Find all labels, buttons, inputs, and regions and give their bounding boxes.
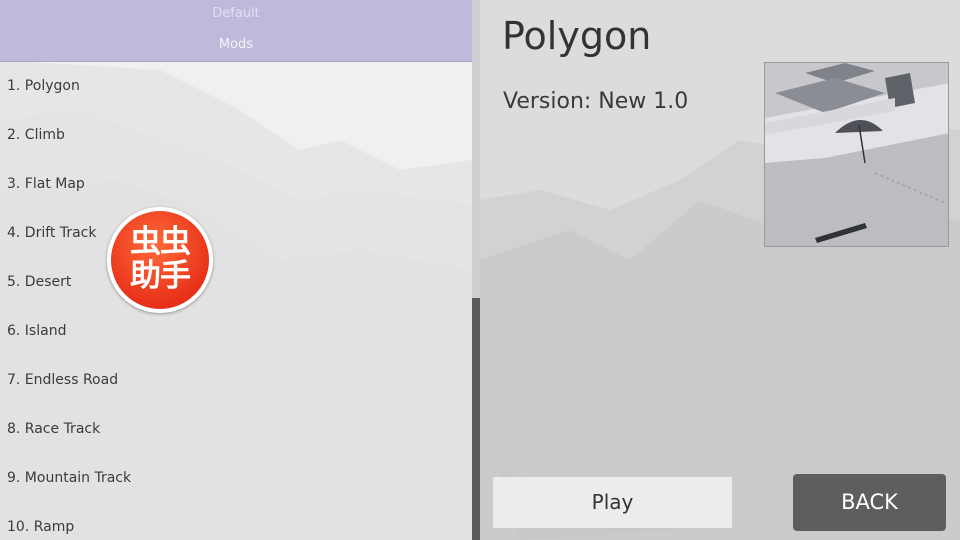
map-version: Version: New 1.0 bbox=[503, 89, 689, 114]
watermark-text-line1: 虫虫 bbox=[130, 224, 191, 260]
map-detail-panel: Polygon Version: New 1.0 Play BACK bbox=[480, 0, 960, 540]
map-item-desert[interactable]: 5. Desert bbox=[0, 258, 472, 307]
watermark-logo: 虫虫 助手 bbox=[107, 207, 213, 313]
map-item-climb[interactable]: 2. Climb bbox=[0, 111, 472, 160]
map-item-drift-track[interactable]: 4. Drift Track bbox=[0, 209, 472, 258]
map-item-island[interactable]: 6. Island bbox=[0, 307, 472, 356]
map-list-panel: Default Mods 1. Polygon 2. Climb 3. Flat… bbox=[0, 0, 472, 540]
map-item-ramp[interactable]: 10. Ramp bbox=[0, 503, 472, 540]
map-title: Polygon bbox=[502, 14, 652, 58]
scrollbar[interactable] bbox=[472, 0, 480, 540]
tab-bar: Default Mods bbox=[0, 0, 472, 62]
tab-mods[interactable]: Mods bbox=[0, 37, 472, 52]
map-item-endless-road[interactable]: 7. Endless Road bbox=[0, 356, 472, 405]
map-item-polygon[interactable]: 1. Polygon bbox=[0, 62, 472, 111]
map-item-mountain-track[interactable]: 9. Mountain Track bbox=[0, 454, 472, 503]
play-button[interactable]: Play bbox=[493, 477, 732, 528]
map-item-race-track[interactable]: 8. Race Track bbox=[0, 405, 472, 454]
tab-default[interactable]: Default bbox=[0, 6, 472, 21]
back-button[interactable]: BACK bbox=[793, 474, 946, 531]
watermark-text-line2: 助手 bbox=[130, 258, 191, 294]
map-preview-drawing bbox=[765, 63, 948, 246]
map-item-flat-map[interactable]: 3. Flat Map bbox=[0, 160, 472, 209]
map-preview-image bbox=[764, 62, 949, 247]
